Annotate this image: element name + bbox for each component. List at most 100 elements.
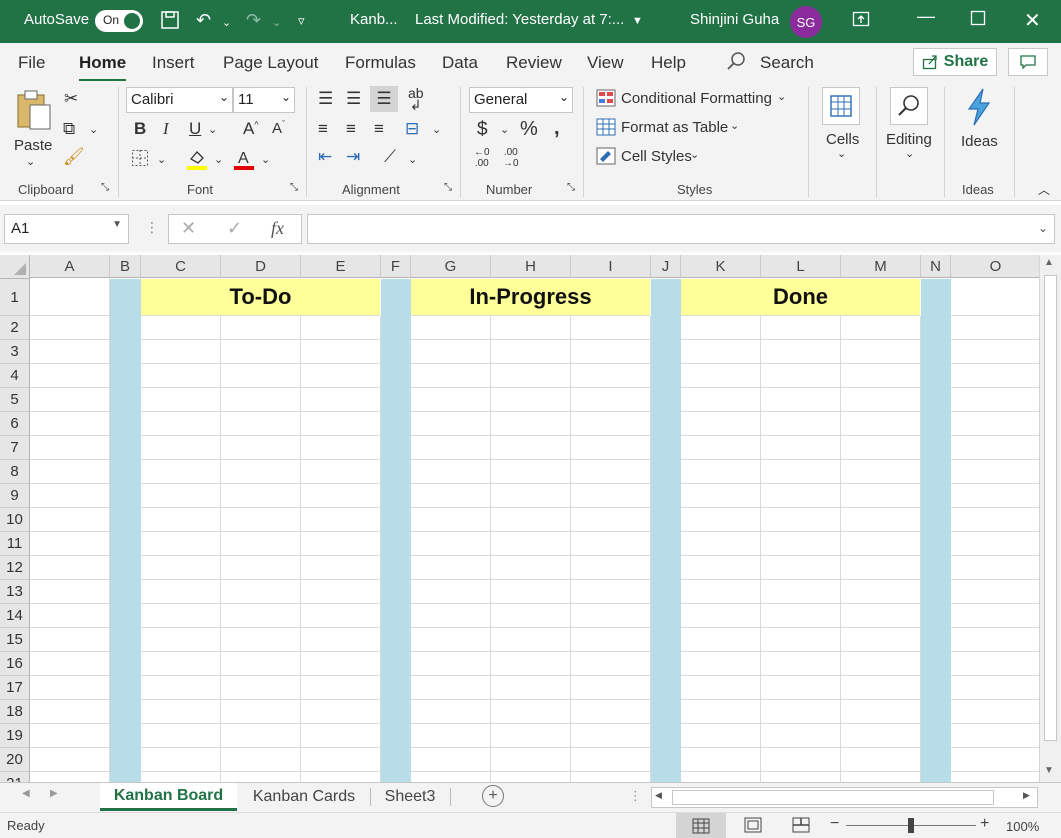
grid-cell[interactable] (761, 676, 841, 700)
grid-cell[interactable] (30, 628, 110, 652)
grid-cell[interactable] (761, 460, 841, 484)
grid-cell[interactable] (30, 700, 110, 724)
grid-cell[interactable] (30, 508, 110, 532)
grid-cell[interactable] (141, 532, 221, 556)
grid-cell[interactable] (301, 316, 381, 340)
grid-cell[interactable] (221, 436, 301, 460)
zoom-slider-thumb[interactable] (908, 818, 914, 833)
grid-cell[interactable] (681, 484, 761, 508)
grid-cell[interactable] (141, 388, 221, 412)
grid-cell[interactable] (301, 556, 381, 580)
tab-data[interactable]: Data (442, 53, 478, 73)
column-header[interactable]: H (491, 255, 571, 278)
grid-cell[interactable] (301, 436, 381, 460)
grid-cell[interactable] (411, 364, 491, 388)
grid-cell[interactable] (491, 436, 571, 460)
grid-cell[interactable] (30, 340, 110, 364)
row-header[interactable]: 10 (0, 508, 30, 532)
tab-file[interactable]: File (18, 53, 45, 73)
grid-cell[interactable] (951, 580, 1041, 604)
bold-icon[interactable]: B (134, 119, 146, 139)
grid-cell[interactable] (761, 532, 841, 556)
grid-cell[interactable] (411, 532, 491, 556)
grid-cell[interactable] (951, 724, 1041, 748)
grid-cell[interactable] (30, 484, 110, 508)
grid-cell[interactable] (301, 484, 381, 508)
grid-cell[interactable] (761, 484, 841, 508)
avatar[interactable]: SG (790, 6, 822, 38)
merge-dropdown-icon[interactable]: ⌄ (432, 123, 441, 136)
grid-cell[interactable] (221, 532, 301, 556)
collapse-ribbon-icon[interactable]: ︿ (1038, 181, 1050, 198)
grid-cell[interactable] (951, 652, 1041, 676)
grid-cell[interactable] (221, 676, 301, 700)
column-header[interactable]: C (141, 255, 221, 278)
grid-cell[interactable] (221, 652, 301, 676)
grid-cell[interactable] (491, 652, 571, 676)
grid-cell[interactable] (681, 508, 761, 532)
grid-cell[interactable] (951, 604, 1041, 628)
page-layout-view-icon[interactable] (744, 817, 762, 838)
grid-cell[interactable] (491, 580, 571, 604)
underline-dropdown-icon[interactable]: ⌄ (208, 123, 217, 136)
row-header[interactable]: 18 (0, 700, 30, 724)
grid-cell[interactable] (221, 556, 301, 580)
grid-cell[interactable] (141, 364, 221, 388)
row-header[interactable]: 6 (0, 412, 30, 436)
grid-cell[interactable] (841, 652, 921, 676)
grid-cell[interactable] (301, 532, 381, 556)
scroll-left-icon[interactable]: ◀ (655, 790, 662, 801)
save-icon[interactable] (160, 10, 180, 35)
grid-cell[interactable] (411, 628, 491, 652)
autosave-toggle[interactable]: On (95, 10, 143, 32)
grid-cell[interactable] (30, 388, 110, 412)
column-header[interactable]: N (921, 255, 951, 278)
scroll-down-icon[interactable]: ▼ (1044, 765, 1054, 776)
grid-cell[interactable] (571, 676, 651, 700)
grid-cell[interactable] (141, 556, 221, 580)
grid-cell[interactable] (841, 364, 921, 388)
alignment-launcher-icon[interactable]: ⤡ (444, 182, 452, 193)
sheet-tab-kanban-cards[interactable]: Kanban Cards (240, 783, 368, 811)
grid-cell[interactable] (221, 748, 301, 772)
row-header[interactable]: 11 (0, 532, 30, 556)
orientation-dropdown-icon[interactable]: ⌄ (408, 153, 417, 166)
grid-cell[interactable] (30, 604, 110, 628)
kanban-todo-header[interactable]: To-Do (141, 279, 380, 316)
grid-cell[interactable] (571, 748, 651, 772)
decrease-decimal-icon[interactable]: .00 →0 (503, 147, 519, 169)
horizontal-scrollbar[interactable]: ◀ ▶ (651, 787, 1038, 808)
grid-cell[interactable] (221, 580, 301, 604)
grid-cell[interactable] (141, 604, 221, 628)
grid-cell[interactable] (841, 508, 921, 532)
ribbon-display-icon[interactable] (852, 10, 870, 33)
grid-cell[interactable] (681, 316, 761, 340)
tab-home[interactable]: Home (79, 53, 127, 82)
row-header[interactable]: 9 (0, 484, 30, 508)
grid-cell[interactable] (571, 436, 651, 460)
grid-cell[interactable] (571, 580, 651, 604)
grid-cell[interactable] (841, 484, 921, 508)
grid-cell[interactable] (951, 460, 1041, 484)
kanban-in-progress-header[interactable]: In-Progress (411, 279, 650, 316)
grid-cell[interactable] (411, 652, 491, 676)
font-color-icon[interactable]: A (233, 147, 255, 176)
grid-cell[interactable] (30, 676, 110, 700)
tab-split-handle-icon[interactable]: ⋮ (629, 788, 642, 804)
borders-dropdown-icon[interactable]: ⌄ (157, 153, 166, 166)
currency-icon[interactable]: $ (477, 119, 488, 141)
row-header[interactable]: 13 (0, 580, 30, 604)
customize-toolbar-icon[interactable]: ▿ (298, 13, 305, 29)
grid-cell[interactable] (681, 340, 761, 364)
font-name-select[interactable]: Calibri ⌄ (126, 87, 233, 113)
grid-cell[interactable] (491, 412, 571, 436)
decrease-font-icon[interactable]: Aˇ (272, 119, 285, 137)
grid-cell[interactable] (681, 652, 761, 676)
grid-cell[interactable] (761, 340, 841, 364)
grid-cell[interactable] (301, 340, 381, 364)
grid-cell[interactable] (761, 364, 841, 388)
spreadsheet-grid[interactable]: ABCDEFGHIJKLMNO 1 2 3 4 5 6 7 8 9 10 11 12 13 14 15 16 1… (0, 255, 1061, 782)
borders-icon[interactable] (131, 149, 149, 172)
grid-cell[interactable] (761, 388, 841, 412)
grid-cell[interactable] (30, 556, 110, 580)
